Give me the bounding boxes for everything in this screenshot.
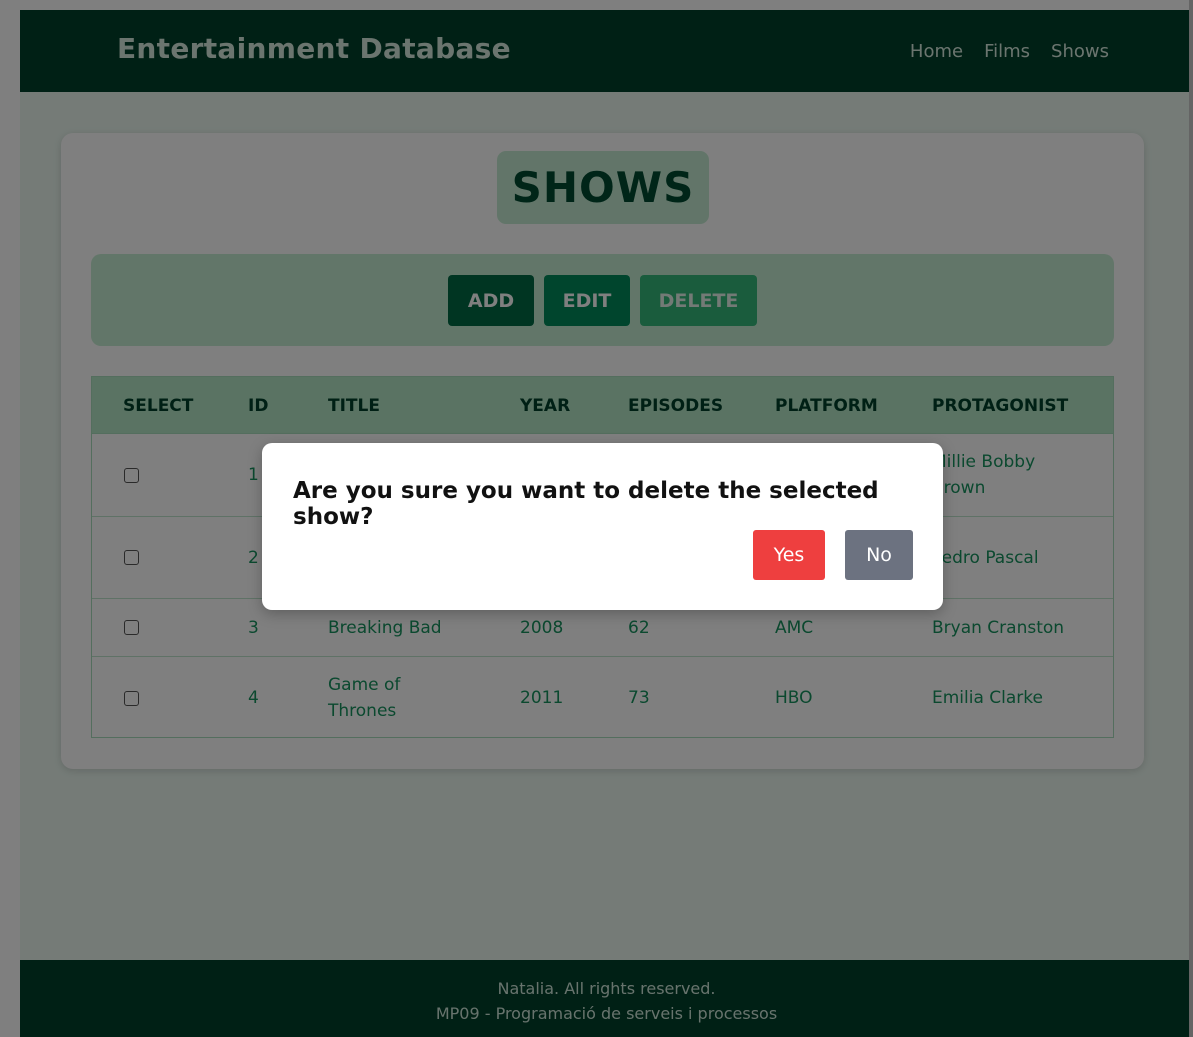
confirm-no-button[interactable]: No bbox=[845, 530, 913, 580]
delete-confirm-dialog: Are you sure you want to delete the sele… bbox=[262, 443, 943, 610]
dialog-message: Are you sure you want to delete the sele… bbox=[293, 478, 879, 530]
confirm-yes-button[interactable]: Yes bbox=[753, 530, 825, 580]
